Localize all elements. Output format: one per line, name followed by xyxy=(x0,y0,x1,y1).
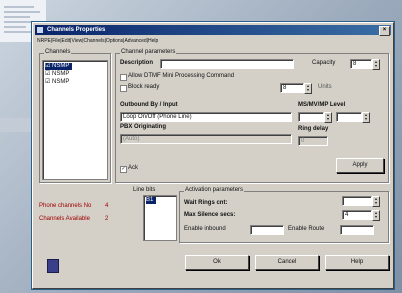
channel-item[interactable]: ☑ NSMP xyxy=(45,71,69,78)
allow-label: Allow DTMF Mini Processing Command xyxy=(128,73,235,79)
ring-delay-label: Ring delay xyxy=(298,126,329,132)
background-panel xyxy=(0,118,32,132)
enable-inbound-label: Enable inbound xyxy=(184,226,226,232)
ms-level-field-1[interactable] xyxy=(298,112,324,122)
enable-route-label: Enable Route xyxy=(288,226,325,232)
ack-checkbox[interactable]: ✓ xyxy=(120,166,127,173)
description-field[interactable] xyxy=(160,59,294,69)
ms-level-stepper-1[interactable]: ▴ ▾ xyxy=(324,112,332,123)
capacity-label: Capacity xyxy=(312,60,336,66)
line-bits-label: Line bits xyxy=(133,187,156,193)
enable-inbound-field[interactable] xyxy=(250,225,284,235)
ms-level-stepper-2[interactable]: ▴ ▾ xyxy=(362,112,370,123)
wait-rings-value[interactable]: 4 xyxy=(342,210,372,220)
activation-group: Activation parameters Wait Rings cnt: ▴ ▾… xyxy=(179,187,389,243)
block-unit-label: Units xyxy=(318,84,332,90)
capacity-field[interactable]: 8 xyxy=(350,59,372,69)
app-icon xyxy=(37,27,43,33)
description-label: Description xyxy=(120,60,154,66)
outbound-field[interactable]: Loop On/Off (Phone Line) xyxy=(120,112,292,122)
allow-checkbox[interactable] xyxy=(120,74,127,81)
channels-list[interactable]: ☑ NSMP ☑ NSMP ☑ NSMP xyxy=(42,60,108,180)
channel-parameters-group: Channel parameters Description Capacity … xyxy=(115,49,389,183)
wait-rings-field[interactable] xyxy=(342,196,372,206)
block-ready-field[interactable]: 8 xyxy=(280,83,304,93)
ms-level-label: MS/MV/MP Level xyxy=(298,102,346,108)
line-bit-item[interactable]: B1 xyxy=(146,197,157,204)
max-silence-stepper[interactable]: ▴ ▾ xyxy=(372,210,380,221)
channel-item[interactable]: ☑ NSMP xyxy=(45,79,69,86)
channels-label: Channels xyxy=(44,49,72,55)
channel-parameters-label: Channel parameters xyxy=(120,49,177,55)
block-ready-label: Block ready xyxy=(128,84,160,90)
enable-route-field[interactable] xyxy=(340,225,374,235)
apply-button[interactable]: Apply xyxy=(336,158,384,173)
ring-delay-field[interactable]: 0 xyxy=(298,136,328,146)
pbx-originating-label: PBX Originating xyxy=(120,124,167,130)
phone-channels-value: 4 xyxy=(105,203,109,209)
channels-dialog: Channels Properties × NRPE|File|Edit|Vie… xyxy=(32,22,394,289)
window-title: Channels Properties xyxy=(47,27,106,33)
activation-label: Activation parameters xyxy=(184,187,245,193)
phone-channels-label: Phone channels No xyxy=(39,203,92,209)
device-icon xyxy=(47,259,59,273)
ok-button[interactable]: Ok xyxy=(185,255,249,270)
block-ready-checkbox[interactable] xyxy=(120,85,127,92)
wait-rings-stepper[interactable]: ▴ ▾ xyxy=(372,196,380,207)
channels-available-label: Channels Available xyxy=(39,216,90,222)
wait-rings-label: Wait Rings cnt: xyxy=(184,200,228,206)
close-icon[interactable]: × xyxy=(379,26,390,36)
line-bits-list[interactable]: B1 xyxy=(143,195,177,241)
cancel-button[interactable]: Cancel xyxy=(255,255,319,270)
channel-item[interactable]: ☑ NSMP xyxy=(45,63,73,70)
channels-available-value: 2 xyxy=(105,216,109,222)
outbound-label: Outbound By / Input xyxy=(120,102,178,108)
channels-group: Channels ☑ NSMP ☑ NSMP ☑ NSMP xyxy=(39,49,111,183)
pbx-originating-field[interactable]: (Auto) xyxy=(120,134,292,144)
capacity-stepper[interactable]: ▴ ▾ xyxy=(372,59,380,70)
title-bar[interactable]: Channels Properties × xyxy=(35,25,391,36)
max-silence-label: Max Silence secs: xyxy=(184,212,236,218)
menu-bar[interactable]: NRPE|File|Edit|View|Channels|Options|Adv… xyxy=(37,37,389,45)
ack-label: Ack xyxy=(128,165,139,171)
help-button[interactable]: Help xyxy=(325,255,389,270)
ms-level-field-2[interactable] xyxy=(336,112,362,122)
block-ready-stepper[interactable]: ▴ ▾ xyxy=(304,83,312,94)
